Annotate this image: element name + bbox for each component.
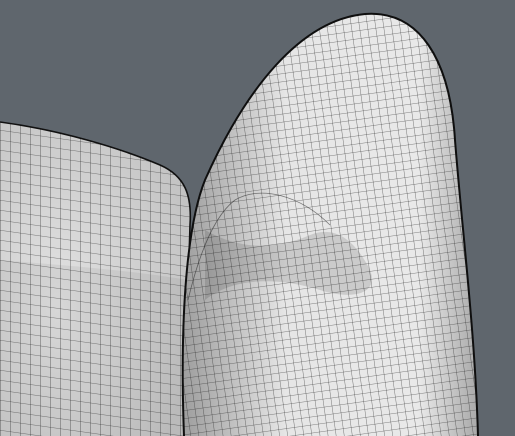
3d-viewport[interactable] <box>0 0 515 436</box>
